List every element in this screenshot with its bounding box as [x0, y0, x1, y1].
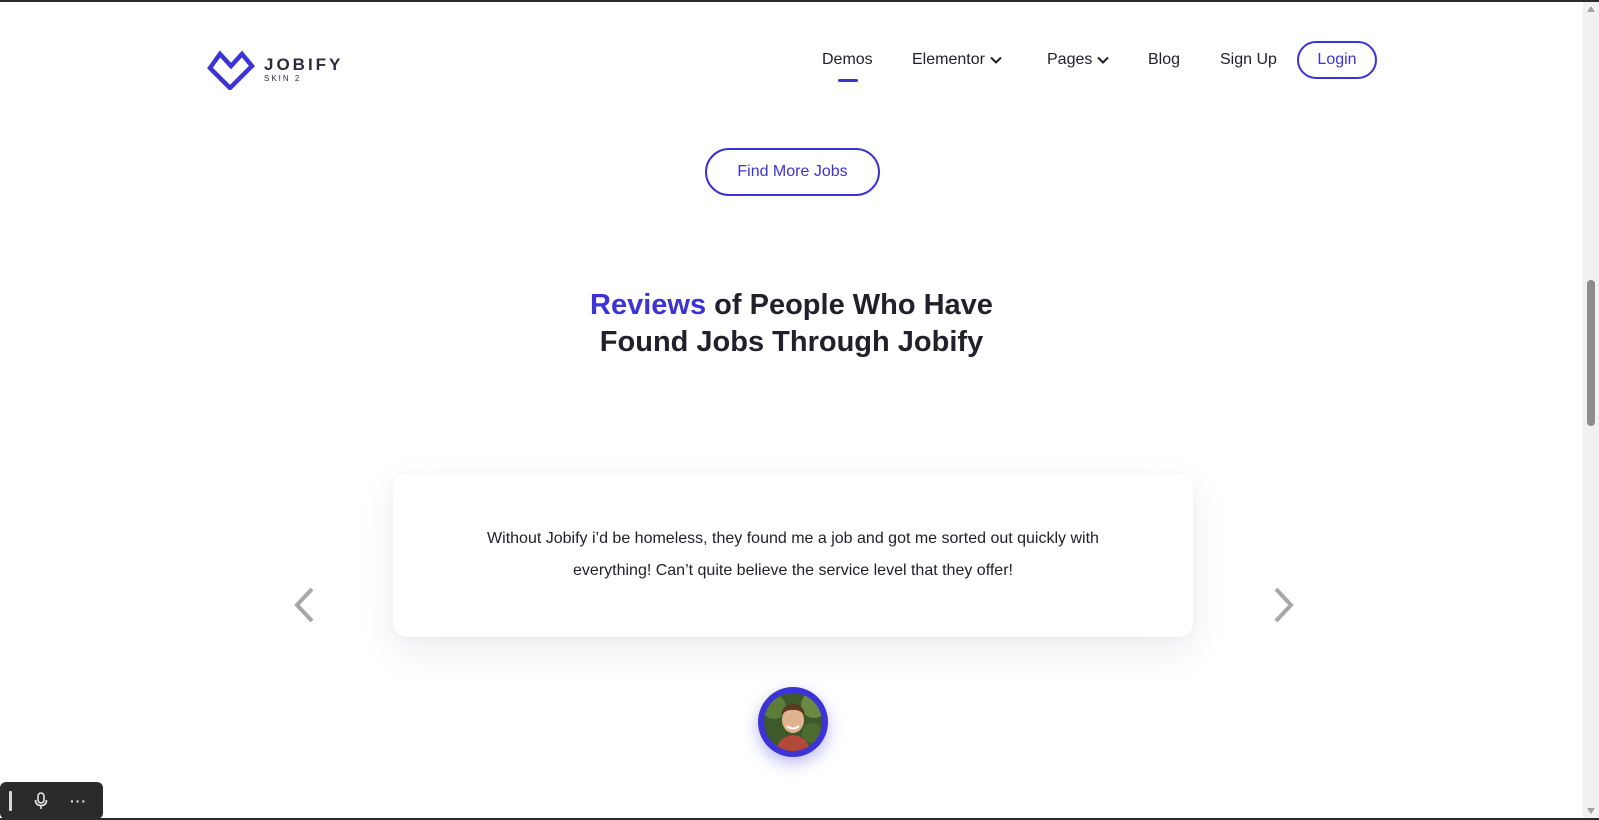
- nav-item-demos[interactable]: Demos: [822, 48, 873, 72]
- nav-item-label: Blog: [1148, 51, 1181, 68]
- page-scrollbar[interactable]: [1583, 2, 1599, 818]
- active-nav-indicator: [838, 79, 858, 82]
- floating-toolbar: ···: [0, 782, 103, 819]
- review-card: Without Jobify i’d be homeless, they fou…: [393, 473, 1193, 637]
- nav-item-label: Elementor: [912, 51, 985, 68]
- nav-item-pages[interactable]: Pages: [1047, 48, 1110, 72]
- nav-item-label: Pages: [1047, 51, 1093, 68]
- heading-accent: Reviews: [590, 289, 707, 321]
- login-button[interactable]: Login: [1297, 41, 1377, 79]
- scroll-up-icon[interactable]: [1587, 6, 1595, 12]
- logo-subtitle: SKIN 2: [264, 73, 302, 83]
- nav-item-sign-up[interactable]: Sign Up: [1220, 48, 1277, 72]
- chevron-left-icon: [292, 587, 316, 628]
- scroll-down-icon[interactable]: [1587, 808, 1595, 814]
- window-top-border: [0, 0, 1599, 2]
- reviewer-avatar[interactable]: [758, 687, 828, 757]
- carousel-prev-button[interactable]: [292, 586, 316, 629]
- find-more-jobs-button[interactable]: Find More Jobs: [705, 148, 880, 196]
- heading-line1: of People Who Have: [706, 289, 993, 321]
- carousel-next-button[interactable]: [1272, 586, 1296, 629]
- scroll-thumb[interactable]: [1587, 280, 1595, 426]
- drag-handle-icon[interactable]: [9, 790, 12, 811]
- chevron-down-icon: [1097, 51, 1110, 69]
- nav-item-label: Demos: [822, 51, 873, 68]
- reviews-heading: Reviews of People Who Have Found Jobs Th…: [0, 287, 1583, 361]
- heading-line2: Found Jobs Through Jobify: [599, 326, 984, 358]
- nav-item-blog[interactable]: Blog: [1148, 48, 1180, 72]
- nav-item-elementor[interactable]: Elementor: [912, 48, 1002, 72]
- microphone-icon[interactable]: [34, 791, 48, 810]
- avatar-photo: [764, 693, 822, 751]
- review-text: Without Jobify i’d be homeless, they fou…: [487, 530, 1099, 579]
- nav-item-label: Sign Up: [1220, 51, 1277, 68]
- chevron-right-icon: [1272, 587, 1296, 628]
- chevron-down-icon: [990, 51, 1002, 69]
- more-options-button[interactable]: ···: [70, 793, 87, 809]
